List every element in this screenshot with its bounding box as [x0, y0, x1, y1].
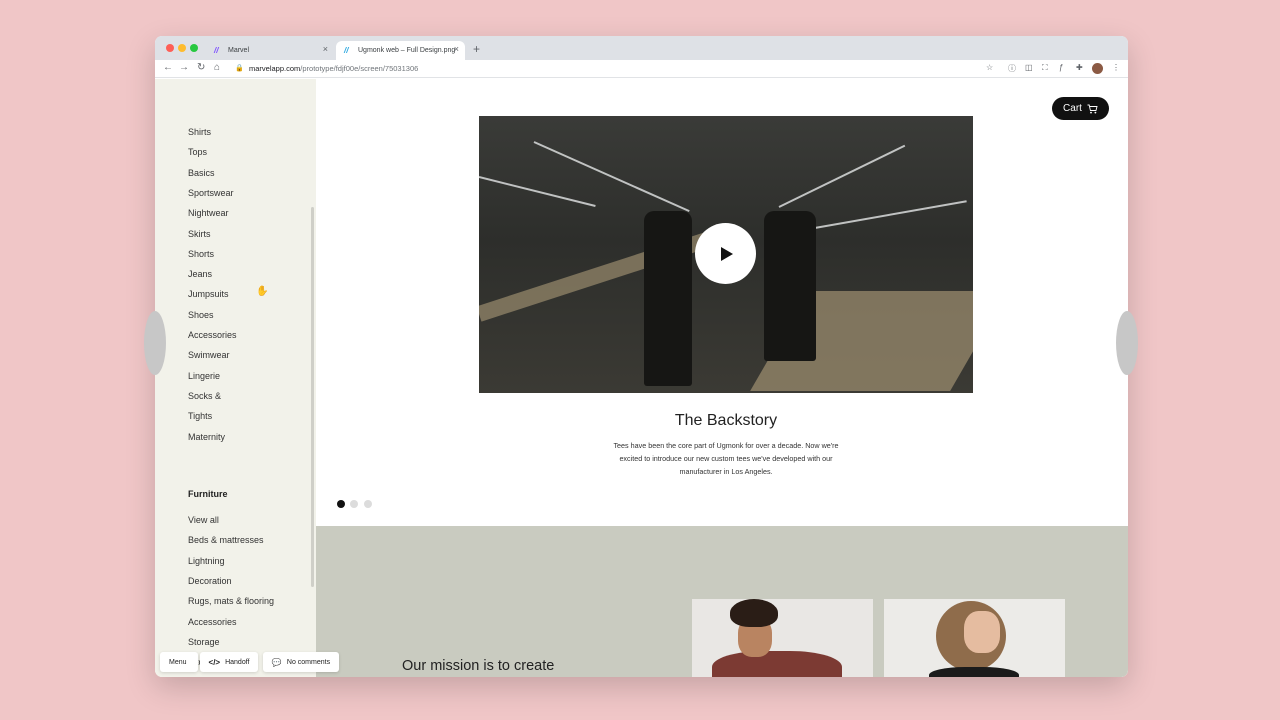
browser-menu-icon[interactable]: ⋮: [1112, 63, 1120, 72]
handoff-button[interactable]: </> Handoff: [200, 652, 258, 672]
sidebar-item[interactable]: Decoration: [188, 576, 232, 586]
tab-marvel[interactable]: // Marvel ×: [206, 41, 334, 60]
category-sidebar: Shirts Tops Basics Sportswear Nightwear Skirt…: [155, 79, 316, 677]
browser-window: // Marvel × // Ugmonk web – Full Design.…: [155, 36, 1128, 677]
minimize-window-button[interactable]: [178, 44, 186, 52]
marvel-icon: //: [214, 46, 219, 55]
sidebar-item[interactable]: Maternity: [188, 432, 225, 442]
comment-icon: 💬: [271, 657, 282, 667]
sidebar-item[interactable]: Shoes: [188, 310, 214, 320]
screenshot-icon[interactable]: ⛶: [1042, 63, 1048, 73]
pocket-icon[interactable]: ◫: [1025, 63, 1033, 72]
code-icon: </>: [208, 657, 221, 667]
prev-screen-handle[interactable]: [144, 311, 166, 375]
extension-info-icon[interactable]: ⓘ: [1008, 63, 1016, 74]
person-figure: [644, 211, 692, 386]
model-photo: [692, 599, 873, 677]
url-path: /prototype/fdjf00e/screen/75031306: [300, 64, 419, 73]
sidebar-item[interactable]: Lightning: [188, 556, 225, 566]
handoff-label: Handoff: [225, 658, 250, 666]
play-icon: [721, 246, 733, 261]
close-window-button[interactable]: [166, 44, 174, 52]
sidebar-item[interactable]: Swimwear: [188, 350, 230, 360]
carousel-dot[interactable]: [337, 500, 345, 508]
browser-toolbar: ← → ↻ ⌂ 🔒 marvelapp.com/prototype/fdjf00…: [155, 60, 1128, 78]
sidebar-item[interactable]: Jeans: [188, 269, 212, 279]
extensions-puzzle-icon[interactable]: ✚: [1076, 63, 1083, 72]
url-host: marvelapp.com: [249, 64, 301, 73]
comments-label: No comments: [286, 658, 331, 666]
person-figure: [764, 211, 816, 361]
sidebar-item[interactable]: Jumpsuits: [188, 289, 229, 299]
cart-label: Cart: [1063, 103, 1082, 114]
hand-cursor-icon: ✋: [256, 286, 269, 297]
sidebar-item[interactable]: Rugs, mats & flooring: [188, 596, 274, 606]
sidebar-item[interactable]: Tops: [188, 147, 207, 157]
sidebar-item[interactable]: Sportswear: [188, 188, 234, 198]
model-photo: [884, 599, 1065, 677]
forward-icon[interactable]: →: [179, 62, 189, 73]
marvel-menu-button[interactable]: Menu: [160, 652, 198, 672]
font-extension-icon[interactable]: ƒ: [1059, 63, 1063, 72]
comments-button[interactable]: 💬 No comments: [263, 652, 339, 672]
main-area: Cart The Backstory Tees have been the co…: [316, 79, 1128, 677]
ceiling-light: [479, 176, 596, 208]
sidebar-item[interactable]: View all: [188, 515, 219, 525]
sidebar-item[interactable]: Accessories: [188, 330, 237, 340]
ceiling-light: [533, 141, 690, 213]
sidebar-item[interactable]: Socks &: [188, 391, 221, 401]
tab-label: Ugmonk web – Full Design.png: [358, 47, 456, 54]
sidebar-item[interactable]: Storage: [188, 637, 220, 647]
sidebar-item[interactable]: Tights: [188, 411, 212, 421]
lock-icon: 🔒: [235, 65, 244, 72]
profile-avatar[interactable]: [1092, 63, 1103, 74]
sidebar-item[interactable]: Shirts: [188, 127, 211, 137]
sidebar-item[interactable]: Nightwear: [188, 208, 229, 218]
mission-section: Our mission is to create: [316, 526, 1128, 677]
maximize-window-button[interactable]: [190, 44, 198, 52]
close-tab-icon[interactable]: ×: [454, 44, 459, 54]
mission-title: Our mission is to create: [402, 658, 555, 674]
sidebar-item[interactable]: Skirts: [188, 229, 211, 239]
carousel-dot[interactable]: [364, 500, 372, 508]
new-tab-button[interactable]: +: [473, 42, 480, 56]
sidebar-item[interactable]: Shorts: [188, 249, 214, 259]
ceiling-light: [808, 200, 967, 230]
tab-bar: // Marvel × // Ugmonk web – Full Design.…: [155, 36, 1128, 60]
marvel-icon: //: [344, 46, 349, 55]
menu-label: Menu: [169, 658, 187, 666]
play-button[interactable]: [695, 223, 756, 284]
tab-ugmonk[interactable]: // Ugmonk web – Full Design.png ×: [336, 41, 465, 60]
ceiling-light: [778, 144, 906, 208]
reload-icon[interactable]: ↻: [197, 62, 205, 73]
sidebar-item[interactable]: Lingerie: [188, 371, 220, 381]
sidebar-item[interactable]: Beds & mattresses: [188, 535, 264, 545]
sidebar-item[interactable]: Accessories: [188, 617, 237, 627]
backstory-video[interactable]: [479, 116, 973, 393]
sidebar-item[interactable]: Basics: [188, 168, 215, 178]
furniture-heading: Furniture: [188, 489, 228, 499]
cart-button[interactable]: Cart: [1052, 97, 1109, 120]
sidebar-scrollbar[interactable]: [311, 207, 314, 587]
backstory-text: Tees have been the core part of Ugmonk f…: [613, 441, 839, 476]
bookmark-star-icon[interactable]: ☆: [986, 63, 993, 72]
backstory-title: The Backstory: [674, 412, 778, 429]
page-content: Shirts Tops Basics Sportswear Nightwear Skirt…: [155, 79, 1128, 677]
cart-icon: [1087, 104, 1098, 113]
carousel-dot[interactable]: [350, 500, 358, 508]
close-tab-icon[interactable]: ×: [323, 44, 328, 54]
next-screen-handle[interactable]: [1116, 311, 1138, 375]
back-icon[interactable]: ←: [163, 62, 173, 73]
address-bar[interactable]: marvelapp.com/prototype/fdjf00e/screen/7…: [249, 64, 418, 73]
home-icon[interactable]: ⌂: [214, 62, 220, 73]
tab-label: Marvel: [228, 47, 250, 54]
